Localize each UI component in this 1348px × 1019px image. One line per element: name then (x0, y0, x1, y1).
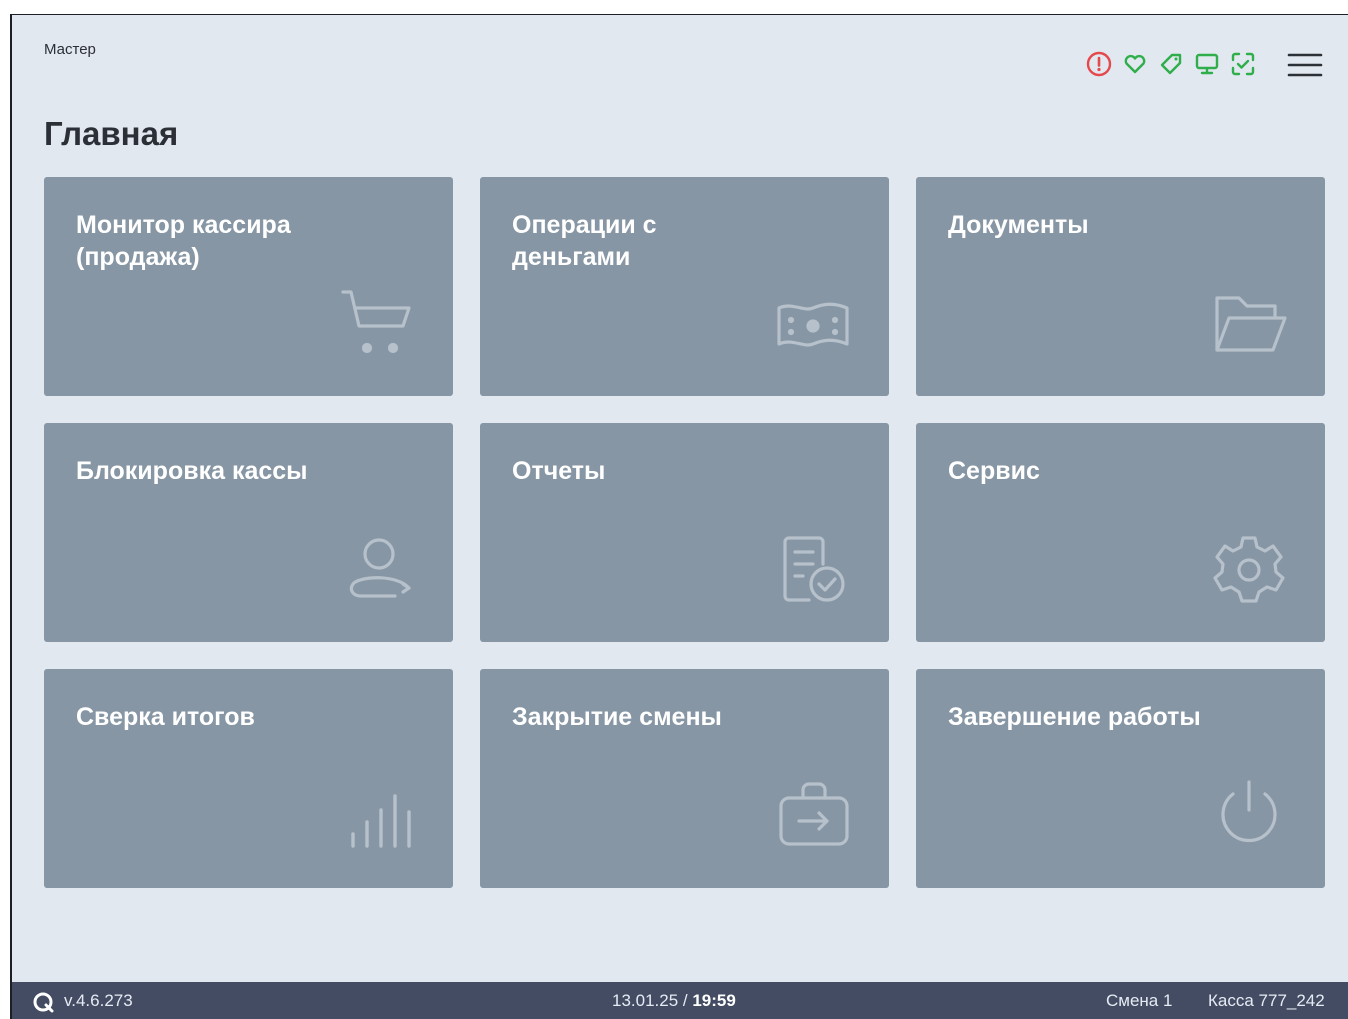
alert-circle-icon[interactable] (1085, 50, 1113, 78)
app-window: Мастер Главная Монитор кассира (продажа) (10, 14, 1348, 1019)
page-title: Главная (44, 115, 179, 152)
tag-icon[interactable] (1157, 50, 1185, 78)
tile-shutdown[interactable]: Завершение работы (916, 669, 1325, 888)
tile-label: Операции с деньгами (512, 211, 657, 271)
tile-label: Сервис (948, 457, 1040, 485)
pos-terminal-icon[interactable] (1193, 50, 1221, 78)
report-check-icon (773, 530, 853, 610)
tile-label: Отчеты (512, 457, 606, 485)
date-time: 13.01.25 / 19:59 (612, 991, 736, 1011)
bag-arrow-icon (773, 776, 853, 856)
footer-bar: v.4.6.273 13.01.25 / 19:59 Смена 1 Касса… (12, 982, 1348, 1019)
date: 13.01.25 / (612, 991, 693, 1010)
shift-number: Смена 1 (1106, 991, 1173, 1010)
tile-lock-register[interactable]: Блокировка кассы (44, 423, 453, 642)
tile-documents[interactable]: Документы (916, 177, 1325, 396)
heart-icon[interactable] (1121, 50, 1149, 78)
cart-icon (337, 284, 417, 364)
tile-label: Блокировка кассы (76, 457, 308, 485)
gear-icon (1209, 530, 1289, 610)
app-version: v.4.6.273 (64, 991, 133, 1010)
tile-reports[interactable]: Отчеты (480, 423, 889, 642)
tile-totals-reconciliation[interactable]: Сверка итогов (44, 669, 453, 888)
user-role: Мастер (44, 41, 96, 58)
scan-check-icon[interactable] (1229, 50, 1257, 78)
time: 19:59 (692, 991, 736, 1010)
status-bar (1085, 50, 1257, 78)
hamburger-menu-icon[interactable] (1287, 50, 1323, 80)
tile-label: Сверка итогов (76, 703, 255, 731)
tile-label: Завершение работы (948, 703, 1201, 731)
tile-cashier-monitor[interactable]: Монитор кассира (продажа) (44, 177, 453, 396)
bar-chart-icon (337, 776, 417, 856)
menu-grid: Монитор кассира (продажа) Операции с ден… (44, 177, 1326, 889)
register-id: Касса 777_242 (1208, 991, 1325, 1010)
tile-close-shift[interactable]: Закрытие смены (480, 669, 889, 888)
folder-icon (1209, 284, 1289, 364)
tile-money-operations[interactable]: Операции с деньгами (480, 177, 889, 396)
app-logo-icon (32, 991, 54, 1013)
power-icon (1209, 776, 1289, 856)
tile-label: Закрытие смены (512, 703, 722, 731)
money-icon (773, 284, 853, 364)
tile-service[interactable]: Сервис (916, 423, 1325, 642)
user-icon (337, 530, 417, 610)
tile-label: Документы (948, 211, 1089, 239)
tile-label: Монитор кассира (продажа) (76, 211, 291, 271)
